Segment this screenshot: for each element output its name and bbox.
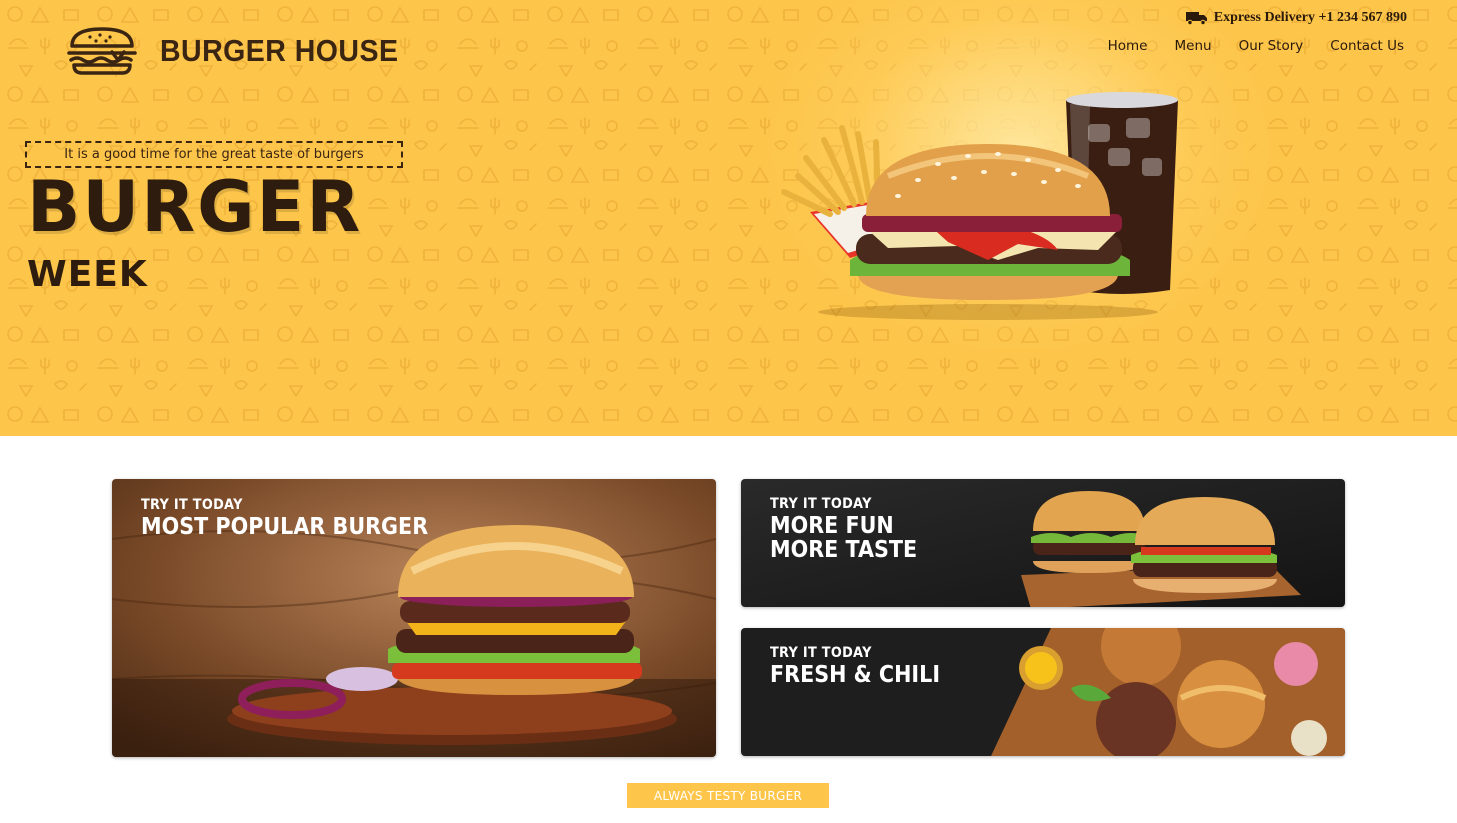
promo-headline: MORE FUN MORE TASTE (770, 513, 918, 563)
logo[interactable]: BURGER HOUSE (66, 26, 419, 76)
promo-kicker: TRY IT TODAY (770, 645, 872, 661)
nav-menu[interactable]: Menu (1175, 38, 1212, 54)
promo-kicker: TRY IT TODAY (770, 496, 872, 512)
promo-card-fresh-chili[interactable]: TRY IT TODAY FRESH & CHILI (741, 628, 1345, 756)
express-delivery[interactable]: Express Delivery +1 234 567 890 (1185, 10, 1407, 26)
promo-headline: MOST POPULAR BURGER (141, 514, 429, 540)
main-nav: Home Menu Our Story Contact Us (1108, 38, 1404, 54)
always-tasty-burger-button[interactable]: ALWAYS TESTY BURGER (627, 783, 829, 808)
promo-kicker: TRY IT TODAY (141, 497, 243, 513)
brand-name: BURGER HOUSE (160, 33, 399, 68)
truck-icon (1185, 12, 1207, 25)
nav-home[interactable]: Home (1108, 38, 1148, 54)
hero-subtitle: WEEK (27, 254, 148, 295)
delivery-text: Express Delivery +1 234 567 890 (1213, 10, 1407, 25)
nav-contact-us[interactable]: Contact Us (1330, 38, 1404, 54)
burger-icon (67, 27, 137, 75)
hero-banner: BURGER HOUSE Express Delivery +1 234 567… (0, 0, 1457, 436)
hero-tagline: It is a good time for the great taste of… (25, 141, 403, 168)
hero-title: BURGER (27, 166, 363, 248)
nav-our-story[interactable]: Our Story (1239, 38, 1304, 54)
promo-card-more-fun[interactable]: TRY IT TODAY MORE FUN MORE TASTE (741, 479, 1345, 607)
hero-burger-image (781, 92, 1178, 320)
promo-headline: FRESH & CHILI (770, 662, 941, 688)
promo-card-most-popular[interactable]: TRY IT TODAY MOST POPULAR BURGER (112, 479, 716, 757)
